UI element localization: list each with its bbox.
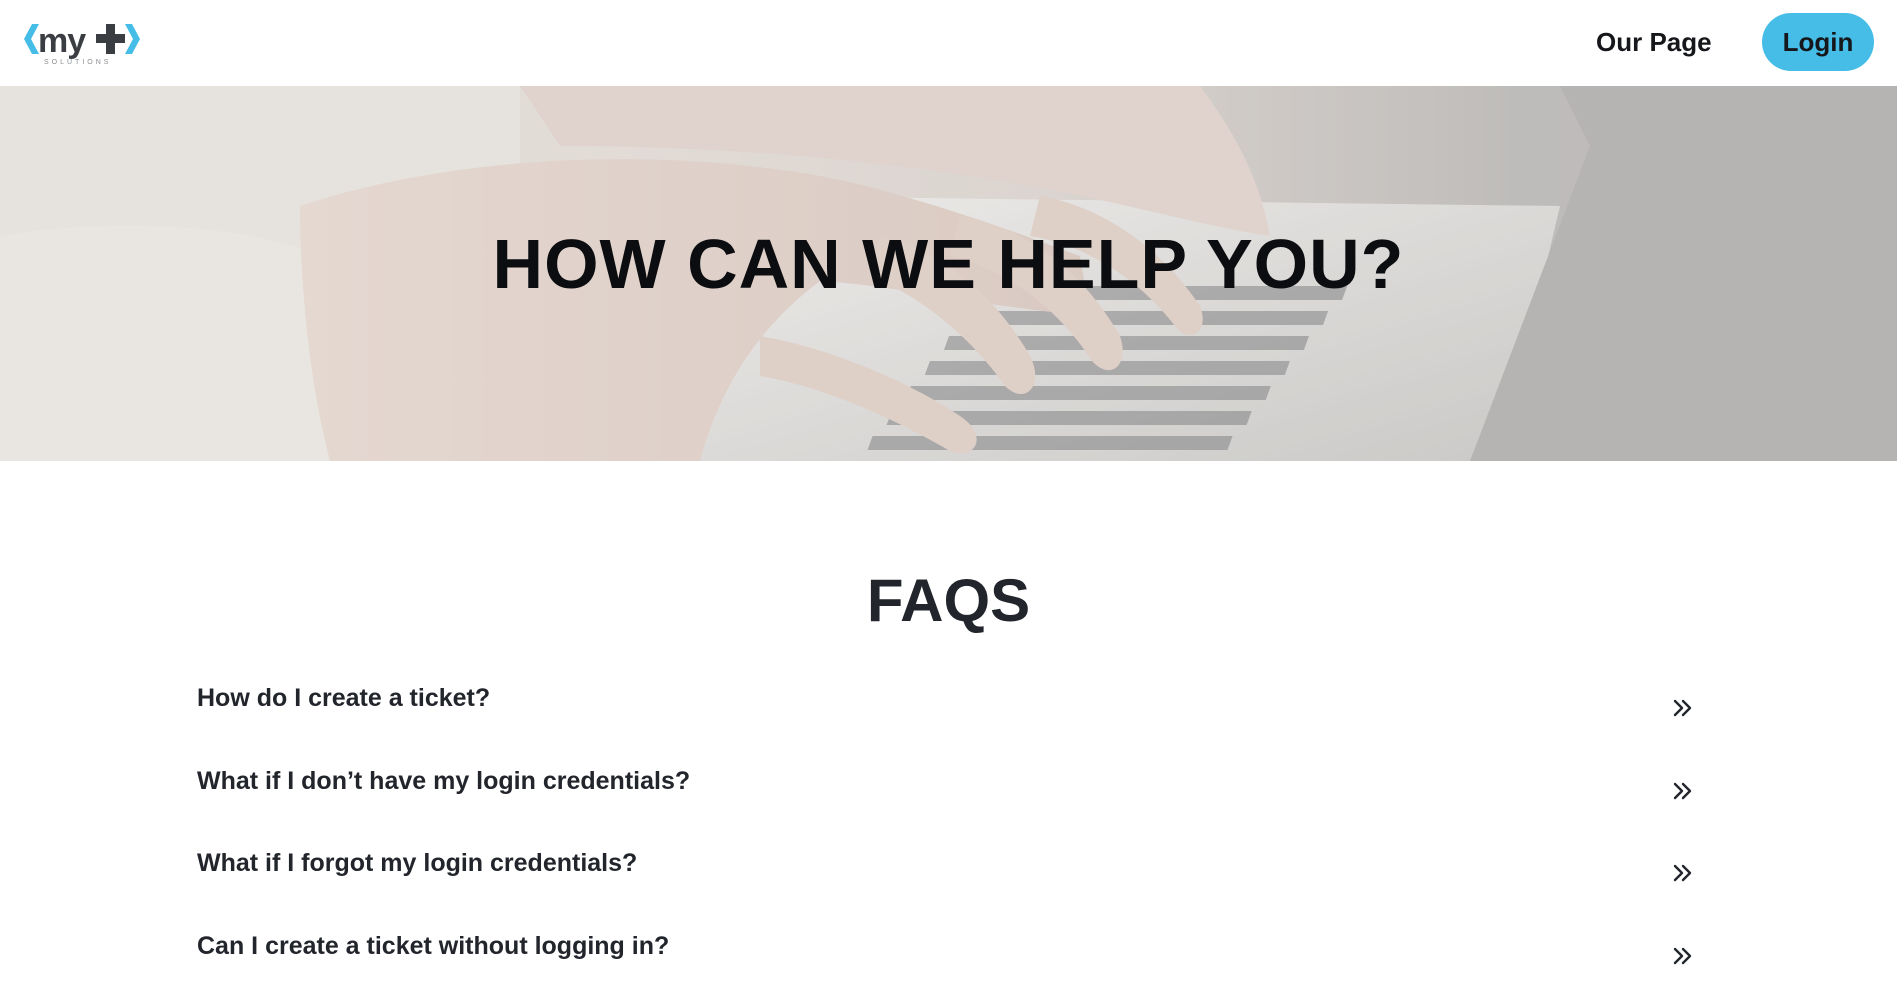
logo-icon: my SOLUTIONS — [22, 18, 142, 66]
faq-question: What if I forgot my login credentials? — [197, 849, 637, 878]
hero-banner: HOW CAN WE HELP YOU? — [0, 86, 1897, 461]
faq-item[interactable]: Can I create a ticket without logging in… — [197, 926, 1707, 1008]
svg-text:my: my — [38, 22, 86, 60]
faq-question: Can I create a ticket without logging in… — [197, 932, 669, 961]
faq-heading: FAQS — [0, 566, 1897, 635]
svg-text:SOLUTIONS: SOLUTIONS — [44, 59, 111, 66]
faq-item[interactable]: What if I don’t have my login credential… — [197, 761, 1707, 844]
login-button[interactable]: Login — [1762, 13, 1874, 71]
hero-heading: HOW CAN WE HELP YOU? — [0, 224, 1897, 304]
double-chevron-right-icon[interactable] — [1671, 696, 1695, 720]
double-chevron-right-icon[interactable] — [1671, 944, 1695, 968]
faq-question: What if I don’t have my login credential… — [197, 767, 690, 796]
faq-list: How do I create a ticket? What if I don’… — [197, 678, 1707, 1008]
brand-logo[interactable]: my SOLUTIONS — [22, 18, 142, 66]
faq-item[interactable]: What if I forgot my login credentials? — [197, 843, 1707, 926]
double-chevron-right-icon[interactable] — [1671, 861, 1695, 885]
double-chevron-right-icon[interactable] — [1671, 779, 1695, 803]
faq-question: How do I create a ticket? — [197, 684, 490, 713]
site-header: my SOLUTIONS Our Page Login — [0, 0, 1897, 86]
faq-item[interactable]: How do I create a ticket? — [197, 678, 1707, 761]
nav-our-page-link[interactable]: Our Page — [1596, 24, 1712, 60]
